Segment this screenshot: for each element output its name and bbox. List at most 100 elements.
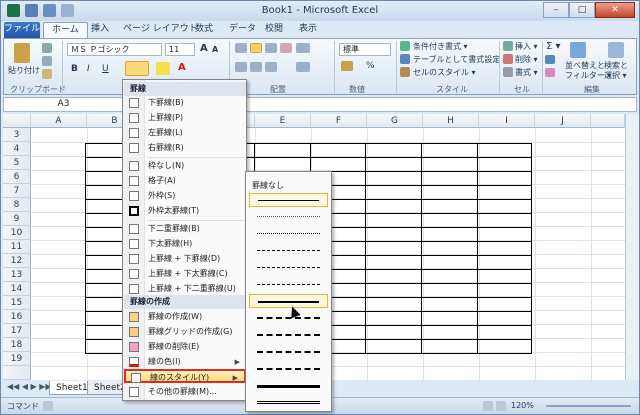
tab-file[interactable]: ファイル [4, 22, 40, 38]
line-style-medium-dash-dot[interactable] [249, 345, 328, 359]
col-header[interactable]: J [535, 114, 591, 128]
fill-color-icon[interactable] [156, 62, 170, 75]
row-header[interactable]: 14 [3, 282, 31, 296]
menu-item-outside-borders[interactable]: 外枠(S) [124, 189, 246, 203]
close-button[interactable]: ✕ [595, 2, 635, 18]
row-header[interactable]: 16 [3, 310, 31, 324]
clear-icon[interactable] [545, 68, 555, 77]
shrink-font-button[interactable]: A [212, 45, 218, 54]
line-style-dash-dot[interactable] [249, 261, 328, 275]
col-header[interactable]: I [479, 114, 535, 128]
row-header-partial[interactable] [3, 366, 31, 380]
row-header[interactable]: 10 [3, 226, 31, 240]
row-header[interactable]: 12 [3, 254, 31, 268]
tab-review[interactable]: 校閲 [257, 22, 291, 38]
menu-item-draw-border[interactable]: 罫線の作成(W) [124, 310, 246, 324]
row-header[interactable]: 9 [3, 212, 31, 226]
line-style-medium-dashed[interactable] [249, 362, 328, 376]
line-style-thin[interactable] [249, 193, 328, 207]
font-color-button[interactable]: A [178, 62, 186, 73]
line-style-double[interactable] [249, 395, 328, 409]
bold-button[interactable]: B [71, 64, 78, 74]
col-header[interactable]: H [423, 114, 479, 128]
currency-icon[interactable] [341, 61, 353, 71]
col-header[interactable]: G [367, 114, 423, 128]
menu-item-more-borders[interactable]: その他の罫線(M)... [124, 385, 246, 399]
col-header[interactable]: A [31, 114, 87, 128]
delete-cells-button[interactable]: 削除 ▾ [515, 54, 538, 65]
merge-center-icon[interactable] [296, 62, 310, 72]
zoom-slider[interactable] [546, 405, 631, 407]
align-bottom-icon[interactable] [265, 43, 277, 53]
delete-cells-icon[interactable] [503, 54, 513, 64]
wrap-text-icon[interactable] [296, 43, 310, 53]
format-cells-button[interactable]: 書式 ▾ [515, 67, 538, 78]
line-style-none[interactable]: 罫線なし [252, 180, 284, 191]
copy-icon[interactable] [42, 56, 52, 66]
col-header[interactable]: E [255, 114, 311, 128]
menu-item-bottom-double[interactable]: 下二重罫線(B) [124, 222, 246, 236]
line-style-dashed[interactable] [249, 278, 328, 292]
vertical-scrollbar[interactable] [625, 114, 639, 380]
row-header[interactable]: 7 [3, 184, 31, 198]
row-header[interactable]: 4 [3, 142, 31, 156]
menu-item-left-border[interactable]: 左罫線(L) [124, 126, 246, 140]
tab-insert[interactable]: 挿入 [83, 22, 117, 38]
menu-item-erase-border[interactable]: 罫線の削除(E) [124, 340, 246, 354]
row-header[interactable]: 8 [3, 198, 31, 212]
line-style-hair[interactable] [249, 210, 328, 224]
line-style-dotted[interactable] [249, 227, 328, 241]
orientation-icon[interactable] [280, 43, 292, 53]
line-style-medium[interactable] [249, 294, 328, 308]
cond-format-button[interactable]: 条件付き書式 ▾ [413, 41, 468, 52]
table-format-icon[interactable] [400, 54, 410, 64]
format-painter-icon[interactable] [42, 69, 52, 79]
cond-format-icon[interactable] [400, 41, 410, 51]
menu-item-thick-box-border[interactable]: 外枠太罫線(T) [124, 204, 246, 218]
minimize-button[interactable]: – [543, 2, 569, 18]
line-style-dash-dot-dot[interactable] [249, 244, 328, 258]
paste-icon[interactable] [14, 43, 30, 63]
name-box[interactable]: A3 [4, 98, 124, 111]
font-name-combo[interactable]: ＭＳ Ｐゴシック [67, 43, 162, 56]
borders-button[interactable] [125, 61, 149, 76]
row-header[interactable]: 13 [3, 268, 31, 282]
underline-button[interactable]: U [102, 64, 109, 74]
menu-item-no-border[interactable]: 枠なし(N) [124, 159, 246, 173]
tab-home[interactable]: ホーム [43, 22, 88, 38]
cut-icon[interactable] [42, 43, 52, 53]
menu-item-line-style[interactable]: 線のスタイル(Y) ▶ [124, 369, 246, 383]
select-all[interactable] [3, 114, 31, 128]
page-layout-view-icon[interactable] [496, 401, 506, 411]
font-size-combo[interactable]: 11 [165, 43, 195, 56]
fill-icon[interactable] [545, 55, 555, 64]
tab-view[interactable]: 表示 [291, 22, 325, 38]
align-middle-icon[interactable] [250, 43, 262, 53]
row-header[interactable]: 17 [3, 324, 31, 338]
insert-cells-button[interactable]: 挿入 ▾ [515, 41, 538, 52]
tab-formulas[interactable]: 数式 [187, 22, 221, 38]
insert-cells-icon[interactable] [503, 41, 513, 51]
row-header[interactable]: 3 [3, 128, 31, 142]
cell-style-button[interactable]: セルのスタイル ▾ [413, 67, 476, 78]
align-top-icon[interactable] [235, 43, 247, 53]
autosum-button[interactable]: Σ ▾ [546, 41, 561, 52]
find-select-label-2[interactable]: 選択 ▾ [604, 70, 627, 81]
cell-style-icon[interactable] [400, 67, 410, 77]
line-style-slant-dash-dot[interactable] [249, 328, 328, 342]
row-header[interactable]: 6 [3, 170, 31, 184]
menu-item-top-double-bottom[interactable]: 上罫線 + 下二重罫線(U) [124, 282, 246, 296]
align-left-icon[interactable] [235, 62, 247, 72]
menu-item-bottom-border[interactable]: 下罫線(B) [124, 96, 246, 110]
table-format-button[interactable]: テーブルとして書式設定 ▾ [413, 54, 507, 65]
align-right-icon[interactable] [265, 62, 277, 72]
menu-item-thick-bottom[interactable]: 下太罫線(H) [124, 237, 246, 251]
menu-item-draw-border-grid[interactable]: 罫線グリッドの作成(G) [124, 325, 246, 339]
row-header[interactable]: 11 [3, 240, 31, 254]
macro-record-icon[interactable] [43, 401, 53, 411]
align-center-icon[interactable] [250, 62, 262, 72]
col-header-partial[interactable] [591, 114, 625, 128]
format-cells-icon[interactable] [503, 67, 513, 77]
menu-item-line-color[interactable]: 線の色(I) ▶ [124, 355, 246, 369]
row-header[interactable]: 19 [3, 352, 31, 366]
